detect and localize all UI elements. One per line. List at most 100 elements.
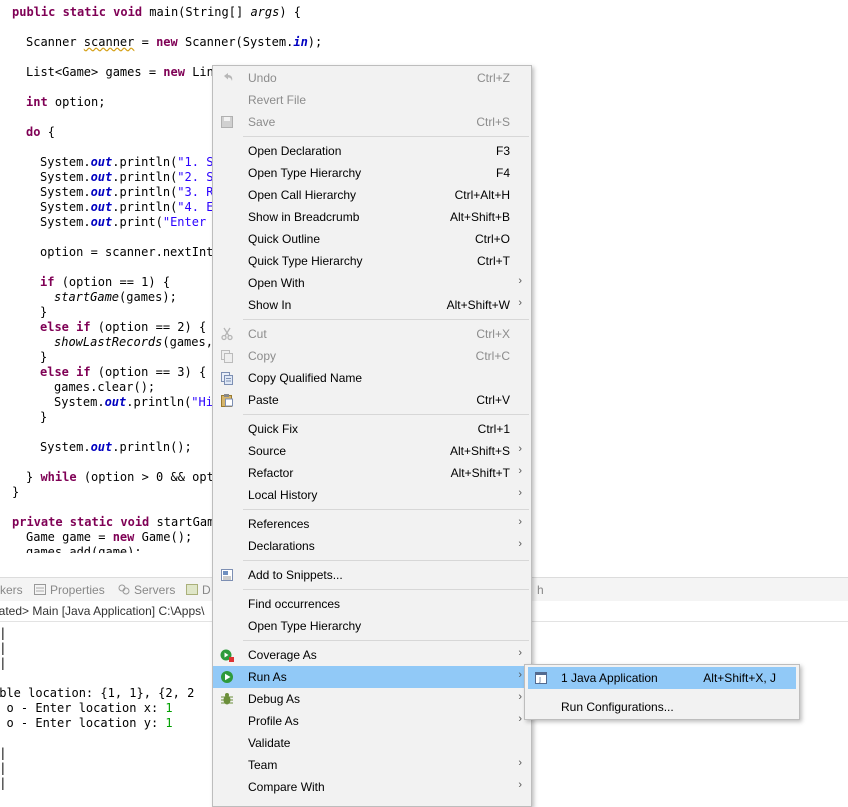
submenu-item-1-java-application[interactable]: J 1 Java Application Alt+Shift+X, J <box>528 667 796 689</box>
code-line[interactable]: } <box>40 305 47 320</box>
code-token: r o - Enter location y: <box>0 716 166 730</box>
menu-item-local-history[interactable]: Local History › <box>213 484 531 506</box>
code-token: Scanner <box>26 35 84 49</box>
code-token: (games); <box>119 290 177 304</box>
code-line[interactable]: else if (option == 3) { <box>40 365 206 380</box>
console-line: r o - Enter location x: 1 <box>0 701 173 716</box>
code-token: ?| <box>0 746 7 760</box>
tab-data-source[interactable]: D <box>186 583 211 597</box>
menu-item-quick-fix[interactable]: Quick Fix Ctrl+1 <box>213 418 531 440</box>
code-line[interactable]: public static void main(String[] args) { <box>12 5 301 20</box>
code-token: System. <box>40 170 91 184</box>
code-token: (option == 2) { <box>97 320 207 334</box>
menu-item-paste[interactable]: Paste Ctrl+V <box>213 389 531 411</box>
code-line[interactable]: System.out.print("Enter c <box>40 215 221 230</box>
code-line[interactable]: System.out.println("2. Sh <box>40 170 221 185</box>
code-line[interactable]: } <box>12 485 19 500</box>
menu-item-declarations[interactable]: Declarations › <box>213 535 531 557</box>
code-line[interactable]: } <box>40 410 47 425</box>
paste-icon <box>221 394 233 407</box>
code-line[interactable]: } while (option > 0 && opti <box>26 470 221 485</box>
menu-item-revert-file: Revert File <box>213 89 531 111</box>
code-token: .println(); <box>112 440 192 454</box>
menu-item-shortcut: Alt+Shift+B <box>449 210 510 224</box>
code-token: ?| <box>0 776 7 790</box>
menu-item-quick-outline[interactable]: Quick Outline Ctrl+O <box>213 228 531 250</box>
chevron-right-icon: › <box>518 779 522 791</box>
menu-item-validate[interactable]: Validate <box>213 732 531 754</box>
code-line[interactable]: Scanner scanner = new Scanner(System.in)… <box>26 35 322 50</box>
code-line[interactable]: System.out.println("4. Ex <box>40 200 221 215</box>
menu-item-open-declaration[interactable]: Open Declaration F3 <box>213 140 531 162</box>
menu-item-shortcut: Ctrl+T <box>477 254 510 268</box>
code-token: option = scanner.nextInt( <box>40 245 221 259</box>
code-line[interactable]: } <box>40 350 47 365</box>
code-line[interactable]: else if (option == 2) { <box>40 320 206 335</box>
menu-item-undo: Undo Ctrl+Z <box>213 67 531 89</box>
code-token: ?| <box>0 641 7 655</box>
menu-item-shortcut: Ctrl+O <box>474 232 510 246</box>
tab-servers[interactable]: Servers <box>118 583 175 597</box>
code-line[interactable]: System.out.println("1. St <box>40 155 221 170</box>
menu-item-label: Open Declaration <box>248 144 342 158</box>
menu-item-quick-type-hierarchy[interactable]: Quick Type Hierarchy Ctrl+T <box>213 250 531 272</box>
menu-item-run-as[interactable]: Run As › <box>213 666 531 688</box>
code-line[interactable]: Game game = new Game(); <box>26 530 192 545</box>
console-line: ?| <box>0 776 6 791</box>
code-line[interactable]: List<Game> games = new Link <box>26 65 221 80</box>
menu-item-coverage-as[interactable]: Coverage As › <box>213 644 531 666</box>
menu-item-shortcut: F4 <box>495 166 510 180</box>
menu-item-cut: Cut Ctrl+X <box>213 323 531 345</box>
code-line[interactable]: System.out.println("3. Re <box>40 185 221 200</box>
menu-item-open-type-hierarchy[interactable]: Open Type Hierarchy F4 <box>213 162 531 184</box>
menu-item-show-in[interactable]: Show In Alt+Shift+W › <box>213 294 531 316</box>
code-line[interactable]: int option; <box>26 95 105 110</box>
undo-icon <box>224 73 233 81</box>
code-token: int <box>26 95 55 109</box>
menu-item-references[interactable]: References › <box>213 513 531 535</box>
code-line[interactable]: private static void startGame <box>12 515 222 530</box>
tab-markers[interactable]: rkers <box>0 583 23 597</box>
menu-item-find-occurrences[interactable]: Find occurrences <box>213 593 531 615</box>
menu-item-open-type-hierarchy[interactable]: Open Type Hierarchy <box>213 615 531 637</box>
menu-item-copy-qualified-name[interactable]: Copy Qualified Name <box>213 367 531 389</box>
code-token: .println( <box>126 395 192 409</box>
menu-item-refactor[interactable]: Refactor Alt+Shift+T › <box>213 462 531 484</box>
svg-text:J: J <box>538 676 541 684</box>
code-line[interactable]: System.out.println(); <box>40 440 192 455</box>
code-token: 1 <box>165 701 173 715</box>
menu-item-source[interactable]: Source Alt+Shift+S › <box>213 440 531 462</box>
code-token: System. <box>40 200 91 214</box>
menu-item-open-call-hierarchy[interactable]: Open Call Hierarchy Ctrl+Alt+H <box>213 184 531 206</box>
code-token: able location: {1, 1}, {2, 2 <box>0 686 195 700</box>
menu-item-show-in-breadcrumb[interactable]: Show in Breadcrumb Alt+Shift+B <box>213 206 531 228</box>
code-token: out <box>90 155 113 169</box>
menu-item-open-with[interactable]: Open With › <box>213 272 531 294</box>
menu-item-compare-with[interactable]: Compare With › <box>213 776 531 798</box>
code-line[interactable]: do { <box>26 125 55 140</box>
menu-item-add-to-snippets[interactable]: Add to Snippets... <box>213 564 531 586</box>
submenu-item-run-configurations[interactable]: Run Configurations... <box>528 696 796 718</box>
console-line: ?| <box>0 641 6 656</box>
code-line[interactable]: startGame(games); <box>54 290 177 305</box>
code-token: .println( <box>112 200 178 214</box>
menu-item-label: Undo <box>248 71 277 85</box>
snippet-icon <box>221 569 233 581</box>
code-line[interactable]: if (option == 1) { <box>40 275 170 290</box>
console-line: ?| <box>0 746 6 761</box>
chevron-right-icon: › <box>518 487 522 499</box>
menu-item-debug-as[interactable]: Debug As › <box>213 688 531 710</box>
code-line[interactable]: games.clear(); <box>54 380 155 395</box>
code-line[interactable]: option = scanner.nextInt( <box>40 245 221 260</box>
code-line[interactable]: System.out.println("His <box>54 395 220 410</box>
code-token: out <box>90 215 113 229</box>
java-app-icon: J <box>535 672 547 684</box>
code-line[interactable]: showLastRecords(games, <box>54 335 213 350</box>
code-line[interactable]: games.add(game); <box>26 545 142 553</box>
tab-servers-label: Servers <box>134 583 176 597</box>
menu-item-team[interactable]: Team › <box>213 754 531 776</box>
tab-properties[interactable]: Properties <box>34 583 105 597</box>
chevron-right-icon: › <box>518 275 522 287</box>
menu-item-profile-as[interactable]: Profile As › <box>213 710 531 732</box>
tab-search[interactable]: h <box>537 583 544 597</box>
